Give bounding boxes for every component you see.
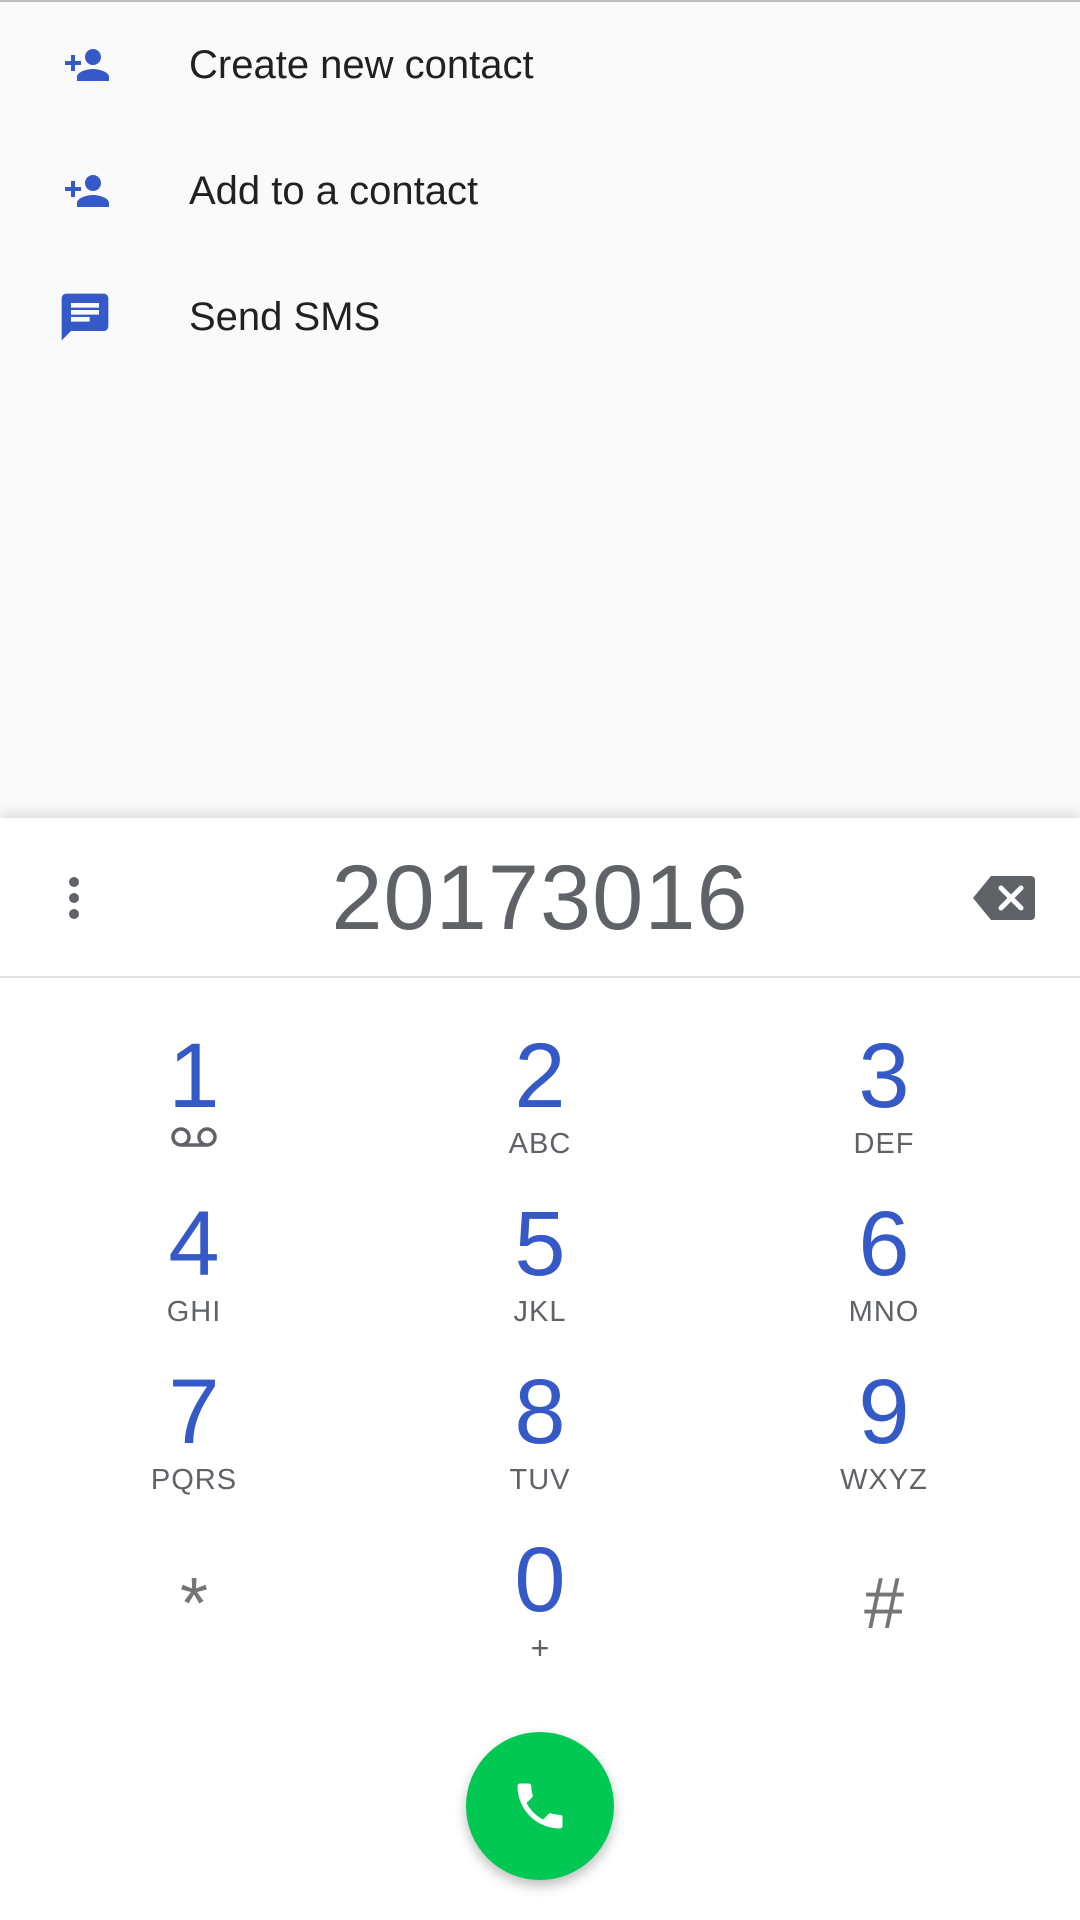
dialpad-key-1[interactable]: 1 — [54, 1026, 334, 1186]
call-button[interactable] — [466, 1732, 614, 1880]
digits-bar: 20173016 — [0, 818, 1080, 978]
person-add-icon — [50, 35, 120, 95]
dialpad-key-star[interactable]: * — [54, 1530, 334, 1690]
send-sms-action[interactable]: Send SMS — [0, 254, 1080, 380]
phone-icon — [517, 1783, 563, 1829]
dialpad-key-2[interactable]: 2 ABC — [400, 1026, 680, 1186]
dialpad-key-3[interactable]: 3 DEF — [744, 1026, 1024, 1186]
create-new-contact-action[interactable]: Create new contact — [0, 2, 1080, 128]
dialpad-key-9[interactable]: 9 WXYZ — [744, 1362, 1024, 1522]
dialed-digits-field[interactable]: 20173016 — [240, 828, 840, 968]
send-sms-label: Send SMS — [189, 294, 381, 339]
dialpad: 20173016 1 2 ABC 3 DEF 4 GHI 5 JKL 6 MNO… — [0, 818, 1080, 1920]
add-to-contact-label: Add to a contact — [189, 168, 479, 213]
dialer-actions-list: Create new contact Add to a contact Send… — [0, 0, 1080, 818]
dialpad-key-4[interactable]: 4 GHI — [54, 1194, 334, 1354]
dialpad-key-0[interactable]: 0 + — [400, 1530, 680, 1690]
create-new-contact-label: Create new contact — [189, 42, 534, 87]
dialpad-key-7[interactable]: 7 PQRS — [54, 1362, 334, 1522]
dialpad-key-pound[interactable]: # — [744, 1530, 1024, 1690]
backspace-icon — [973, 876, 1035, 920]
person-add-icon — [50, 161, 120, 221]
dialpad-key-6[interactable]: 6 MNO — [744, 1194, 1024, 1354]
voicemail-icon — [54, 1126, 334, 1162]
message-icon — [50, 287, 120, 347]
backspace-button[interactable] — [964, 868, 1044, 928]
dialer-screen: Create new contact Add to a contact Send… — [0, 0, 1080, 1920]
dialpad-key-8[interactable]: 8 TUV — [400, 1362, 680, 1522]
more-vert-icon — [69, 877, 79, 919]
add-to-contact-action[interactable]: Add to a contact — [0, 128, 1080, 254]
overflow-menu-button[interactable] — [44, 858, 104, 938]
dialpad-key-5[interactable]: 5 JKL — [400, 1194, 680, 1354]
